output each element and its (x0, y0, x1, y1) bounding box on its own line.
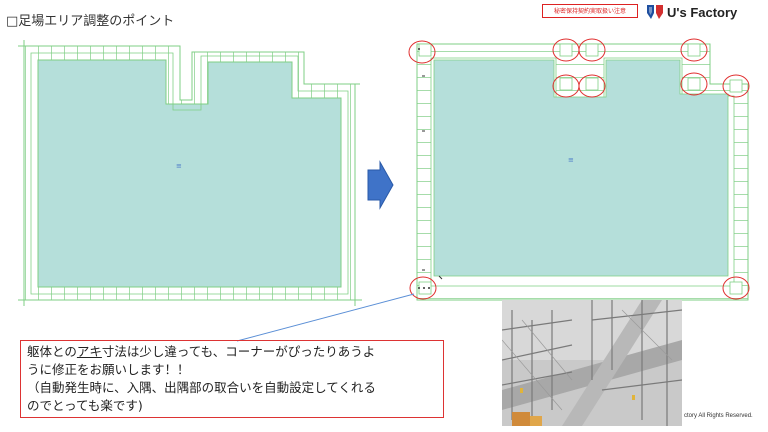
svg-text:≡: ≡ (568, 156, 574, 164)
callout-line4: のでとっても楽です) (27, 398, 143, 413)
callout-line1-post: 寸法は少し違っても、コーナーがぴったりあうよ (101, 344, 376, 359)
callout-line3: （自動発生時に、入隅、出隅部の取合いを自動設定してくれる (27, 380, 376, 395)
scaffold-3d-image (502, 300, 682, 426)
right-arrow-icon (367, 160, 394, 210)
callout-line1-pre: 躯体との (27, 344, 77, 359)
callout-line2: うに修正をお願いします！！ (27, 362, 190, 377)
callout-note: 躯体とのアキ寸法は少し違っても、コーナーがぴったりあうよ うに修正をお願いします… (20, 340, 444, 418)
copyright-text: ctory All Rights Reserved. (684, 413, 753, 419)
scaffold-plan-before: ≡ (18, 40, 362, 306)
scaffold-plan-after: ≡ (416, 43, 749, 301)
callout-pointer-line (236, 293, 415, 342)
svg-text:≡: ≡ (176, 162, 182, 170)
callout-line1-underlined: アキ (76, 344, 102, 359)
